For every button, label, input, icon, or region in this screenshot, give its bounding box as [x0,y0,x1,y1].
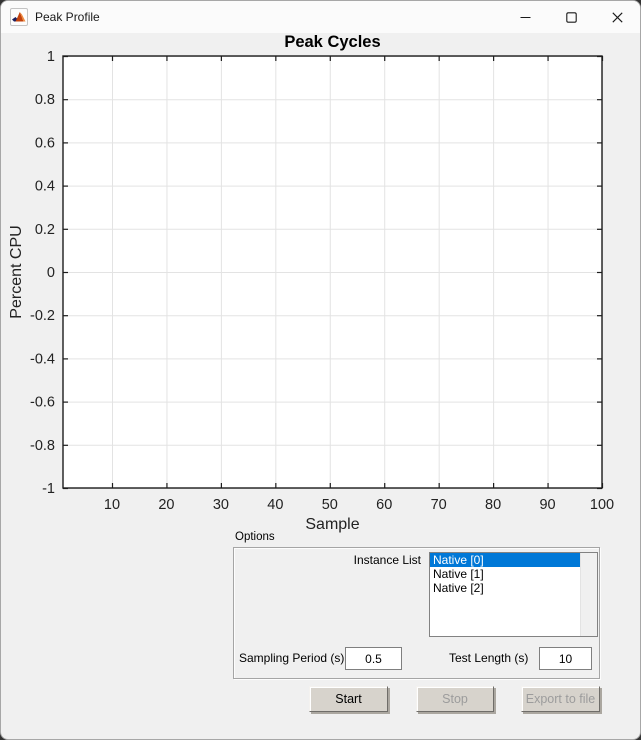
app-window: Peak Profile 102030405060708090100-1-0.8… [0,0,641,740]
svg-text:30: 30 [213,497,229,513]
svg-text:0: 0 [47,265,55,281]
svg-text:60: 60 [376,497,392,513]
test-length-label: Test Length (s) [449,652,528,665]
export-to-file-button[interactable]: Export to file [521,686,600,712]
sampling-period-label: Sampling Period (s) [239,652,344,665]
svg-text:10: 10 [104,497,120,513]
svg-text:0.4: 0.4 [35,179,55,195]
start-button[interactable]: Start [309,686,388,712]
stop-button[interactable]: Stop [416,686,494,712]
svg-text:-0.2: -0.2 [30,308,55,324]
svg-text:-1: -1 [42,481,55,497]
svg-text:50: 50 [322,497,338,513]
svg-text:-0.8: -0.8 [30,438,55,454]
svg-text:0.2: 0.2 [35,222,55,238]
listbox-scrollbar[interactable] [580,553,597,636]
instance-listbox-items: Native [0]Native [1]Native [2] [430,553,580,636]
list-item[interactable]: Native [1] [430,567,580,581]
svg-text:90: 90 [539,497,555,513]
list-item[interactable]: Native [0] [430,553,580,567]
svg-text:-0.4: -0.4 [30,351,55,367]
instance-list-label: Instance List [341,554,421,567]
list-item[interactable]: Native [2] [430,581,580,595]
svg-text:Percent CPU: Percent CPU [8,225,25,318]
svg-text:40: 40 [267,497,283,513]
svg-text:80: 80 [485,497,501,513]
svg-text:0.6: 0.6 [35,135,55,151]
svg-text:Sample: Sample [305,516,359,533]
svg-text:Peak Cycles: Peak Cycles [284,33,380,51]
svg-text:100: 100 [590,497,614,513]
sampling-period-field[interactable] [345,647,402,670]
svg-text:-0.6: -0.6 [30,395,55,411]
svg-text:70: 70 [431,497,447,513]
options-panel-title: Options [235,531,275,544]
svg-text:0.8: 0.8 [35,92,55,108]
instance-listbox[interactable]: Native [0]Native [1]Native [2] [429,552,598,637]
svg-text:1: 1 [47,49,55,65]
svg-text:20: 20 [158,497,174,513]
test-length-field[interactable] [539,647,592,670]
